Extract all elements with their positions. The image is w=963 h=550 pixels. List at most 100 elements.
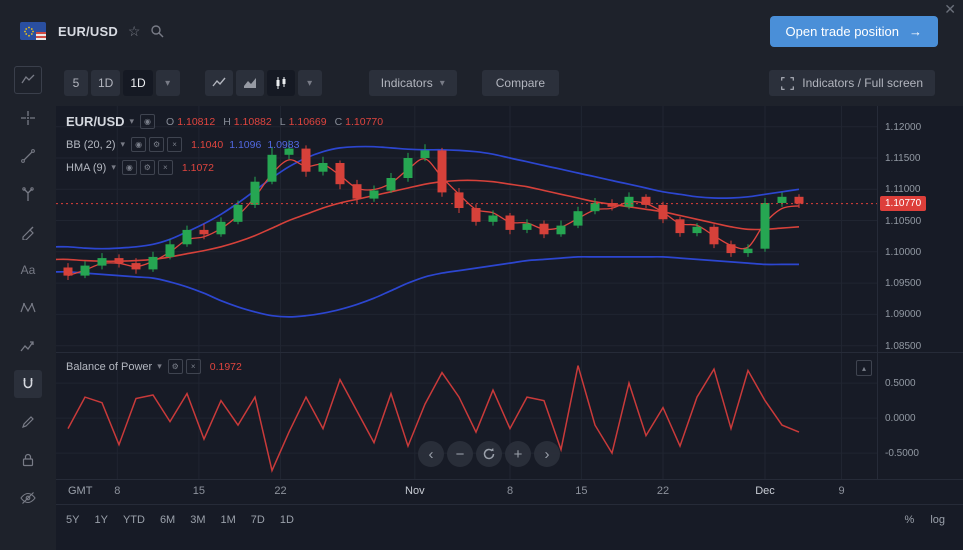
pitchfork-tool[interactable] <box>14 180 42 208</box>
open-trade-label: Open trade position <box>786 24 899 39</box>
compare-button[interactable]: Compare <box>482 70 559 96</box>
text-tool[interactable]: Aa <box>14 256 42 284</box>
main-price-pane: EUR/USD ▾ ◉ O1.10812 H1.10882 L1.10669 C… <box>56 106 963 353</box>
close-label: C <box>335 116 343 128</box>
close-icon[interactable]: ✕ <box>944 2 956 16</box>
minus-icon: − <box>456 446 465 463</box>
price-axis-label: 1.09500 <box>885 278 921 289</box>
time-axis[interactable]: GMT 81522Nov81522Dec9 <box>56 480 963 505</box>
chart-type-dropdown-caret[interactable]: ▾ <box>298 70 322 96</box>
hma-indicator-label: HMA (9) <box>66 162 106 174</box>
hma-value: 1.1072 <box>182 162 214 174</box>
bop-axis[interactable]: 0.50000.0000-0.5000 <box>877 353 963 479</box>
magnet-tool[interactable] <box>14 370 42 398</box>
hma-caret-icon[interactable]: ▾ <box>111 162 116 173</box>
indicators-button[interactable]: Indicators ▾ <box>369 70 457 96</box>
time-tick-label: 22 <box>267 485 295 497</box>
range-button-1y[interactable]: 1Y <box>94 514 107 526</box>
time-tick-label: 15 <box>185 485 213 497</box>
chart-style-tool[interactable] <box>14 66 42 94</box>
range-button-7d[interactable]: 7D <box>251 514 265 526</box>
fullscreen-button[interactable]: Indicators / Full screen <box>769 70 935 96</box>
favorite-star-icon[interactable]: ☆ <box>128 23 141 40</box>
edit-tool[interactable] <box>14 408 42 436</box>
bop-settings-icon[interactable]: ⚙ <box>168 359 183 374</box>
price-axis-label: 1.12000 <box>885 122 921 133</box>
time-tick-label: 9 <box>828 485 856 497</box>
hma-delete-icon[interactable]: × <box>158 160 173 175</box>
percent-scale-button[interactable]: % <box>905 514 915 526</box>
legend-symbol: EUR/USD <box>66 114 125 129</box>
hma-eye-icon[interactable]: ◉ <box>122 160 137 175</box>
crosshair-tool[interactable] <box>14 104 42 132</box>
zoom-in-button[interactable]: + <box>505 441 531 467</box>
high-value: 1.10882 <box>234 116 272 128</box>
toolbar: 5 1D 1D ▾ ▾ Indicators ▾ Compare Indicat… <box>64 68 938 98</box>
open-trade-button[interactable]: Open trade position → <box>770 16 938 47</box>
interval-button-1d-active[interactable]: 1D <box>123 70 152 96</box>
brush-tool[interactable] <box>14 218 42 246</box>
bop-indicator-label: Balance of Power <box>66 361 152 373</box>
pane-collapse-button[interactable]: ▴ <box>856 360 872 376</box>
scroll-right-button[interactable]: › <box>534 441 560 467</box>
price-axis-label: 1.08500 <box>885 341 921 352</box>
bb-delete-icon[interactable]: × <box>167 137 182 152</box>
bop-axis-label: 0.5000 <box>885 378 916 389</box>
high-label: H <box>223 116 231 128</box>
price-axis-label: 1.11500 <box>885 153 920 164</box>
interval-button-5[interactable]: 5 <box>64 70 88 96</box>
bb-upper-value: 1.1096 <box>229 139 261 151</box>
xabcd-pattern-tool[interactable] <box>14 294 42 322</box>
time-tick-label: 22 <box>649 485 677 497</box>
hma-settings-icon[interactable]: ⚙ <box>140 160 155 175</box>
range-button-1d[interactable]: 1D <box>280 514 294 526</box>
price-axis-label: 1.10500 <box>885 216 921 227</box>
bb-basis-value: 1.1040 <box>191 139 223 151</box>
indicators-label: Indicators <box>381 76 433 90</box>
bb-caret-icon[interactable]: ▾ <box>121 139 126 150</box>
close-value: 1.10770 <box>345 116 383 128</box>
search-icon[interactable] <box>150 24 164 38</box>
chart-type-area-button[interactable] <box>236 70 264 96</box>
interval-button-1d[interactable]: 1D <box>91 70 120 96</box>
range-button-6m[interactable]: 6M <box>160 514 175 526</box>
compare-label: Compare <box>496 76 545 90</box>
chart-region: EUR/USD ▾ ◉ O1.10812 H1.10882 L1.10669 C… <box>56 106 963 550</box>
chart-type-candles-button[interactable] <box>267 70 295 96</box>
price-axis[interactable]: 1.12000 1.11500 1.11000 1.10500 1.10000 1.095… <box>877 106 963 352</box>
bop-caret-icon[interactable]: ▾ <box>157 361 162 372</box>
low-value: 1.10669 <box>289 116 327 128</box>
bb-lower-value: 1.0983 <box>267 139 299 151</box>
price-axis-label: 1.11000 <box>885 184 920 195</box>
symbol-eye-icon[interactable]: ◉ <box>140 114 155 129</box>
scroll-left-button[interactable]: ‹ <box>418 441 444 467</box>
time-tick-label: Dec <box>751 485 779 497</box>
interval-dropdown-caret[interactable]: ▾ <box>156 70 180 96</box>
bop-value: 0.1972 <box>210 361 242 373</box>
trend-line-tool[interactable] <box>14 142 42 170</box>
chart-navigation: ‹ − + › <box>418 441 560 467</box>
reset-view-button[interactable] <box>476 441 502 467</box>
main-legend: EUR/USD ▾ ◉ O1.10812 H1.10882 L1.10669 C… <box>66 114 383 183</box>
bop-delete-icon[interactable]: × <box>186 359 201 374</box>
legend-symbol-caret-icon[interactable]: ▾ <box>130 116 135 127</box>
price-axis-label: 1.10000 <box>885 247 921 258</box>
time-tick-label: Nov <box>401 485 429 497</box>
range-button-5y[interactable]: 5Y <box>66 514 79 526</box>
eurusd-flag-icon <box>20 22 46 40</box>
forecast-tool[interactable] <box>14 332 42 360</box>
bop-axis-label: 0.0000 <box>885 413 916 424</box>
current-price-tag: 1.10770 <box>880 196 926 211</box>
range-button-3m[interactable]: 3M <box>190 514 205 526</box>
chart-type-line-button[interactable] <box>205 70 233 96</box>
plus-icon: + <box>514 446 523 463</box>
zoom-out-button[interactable]: − <box>447 441 473 467</box>
bb-settings-icon[interactable]: ⚙ <box>149 137 164 152</box>
hide-drawings-tool[interactable] <box>14 484 42 512</box>
range-button-1m[interactable]: 1M <box>221 514 236 526</box>
bb-eye-icon[interactable]: ◉ <box>131 137 146 152</box>
log-scale-button[interactable]: log <box>930 514 945 526</box>
time-tick-label: 15 <box>567 485 595 497</box>
range-button-ytd[interactable]: YTD <box>123 514 145 526</box>
lock-tool[interactable] <box>14 446 42 474</box>
